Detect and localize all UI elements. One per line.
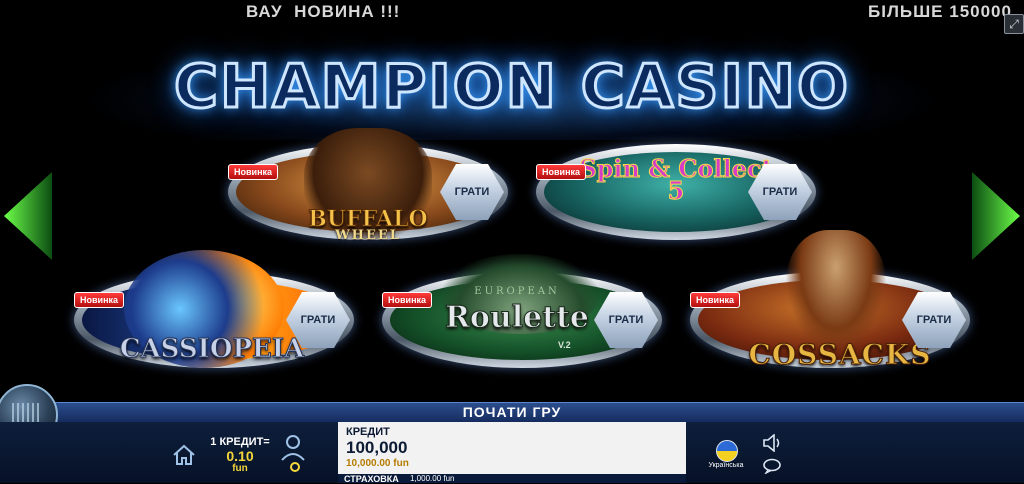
game-subtitle: EUROPEAN [474, 286, 560, 297]
credit-rate-label: 1 КРЕДИТ= [210, 436, 270, 448]
ticker-right-text: БІЛЬШЕ 150000 [868, 2, 1012, 21]
new-badge: Новинка [74, 292, 125, 308]
credit-label: КРЕДИТ [346, 426, 390, 438]
credit-value: 100,000 [346, 438, 408, 457]
game-tile-cassiopeia[interactable]: CASSIOPEIA Новинка ГРАТИ [74, 250, 354, 368]
chat-icon[interactable] [762, 458, 782, 474]
game-subtitle: WHEEL [335, 228, 401, 243]
game-title: Roulette [444, 300, 590, 336]
ticker-left-text: ВАУ НОВИНА !!! [246, 2, 401, 21]
sound-icon[interactable] [762, 434, 782, 452]
new-badge: Новинка [690, 292, 741, 308]
account-settings-icon[interactable] [280, 434, 306, 474]
new-badge: Новинка [382, 292, 433, 308]
start-game-label[interactable]: ПОЧАТИ ГРУ [0, 404, 1024, 420]
game-tile-european-roulette[interactable]: EUROPEAN Roulette V.2 Новинка ГРАТИ [382, 254, 662, 368]
game-title: Spin & Collect 5 [579, 154, 773, 205]
game-tile-buffalo-wheel[interactable]: BUFFALO WHEEL Новинка ГРАТИ [228, 128, 508, 243]
credit-rate-value: 0.10 [226, 448, 254, 464]
credit-fun-value: 10,000.00 fun [346, 458, 409, 469]
game-title: CASSIOPEIA [119, 334, 305, 365]
insurance-value: 1,000.00 fun [410, 474, 455, 483]
new-badge: Новинка [228, 164, 279, 180]
cossack-art [786, 230, 886, 354]
game-tile-spin-collect[interactable]: Spin & Collect 5 Новинка ГРАТИ [536, 130, 816, 240]
arrow-left-icon[interactable] [4, 172, 52, 260]
fullscreen-icon[interactable]: ⤢ [1004, 14, 1024, 34]
top-ticker: ВАУ НОВИНА !!! БІЛЬШЕ 150000 [0, 0, 1024, 24]
champion-casino-logo: CHAMPION CASINO [172, 51, 851, 124]
arrow-right-icon[interactable] [972, 172, 1020, 260]
game-version: V.2 [558, 340, 571, 350]
home-icon[interactable] [172, 444, 196, 466]
game-tile-cossacks[interactable]: COSSACKS Новинка ГРАТИ [690, 230, 970, 372]
new-badge: Новинка [536, 164, 587, 180]
language-label[interactable]: Українська [704, 462, 748, 469]
credit-rate-unit: fun [232, 463, 248, 474]
flag-icon[interactable] [716, 440, 738, 462]
